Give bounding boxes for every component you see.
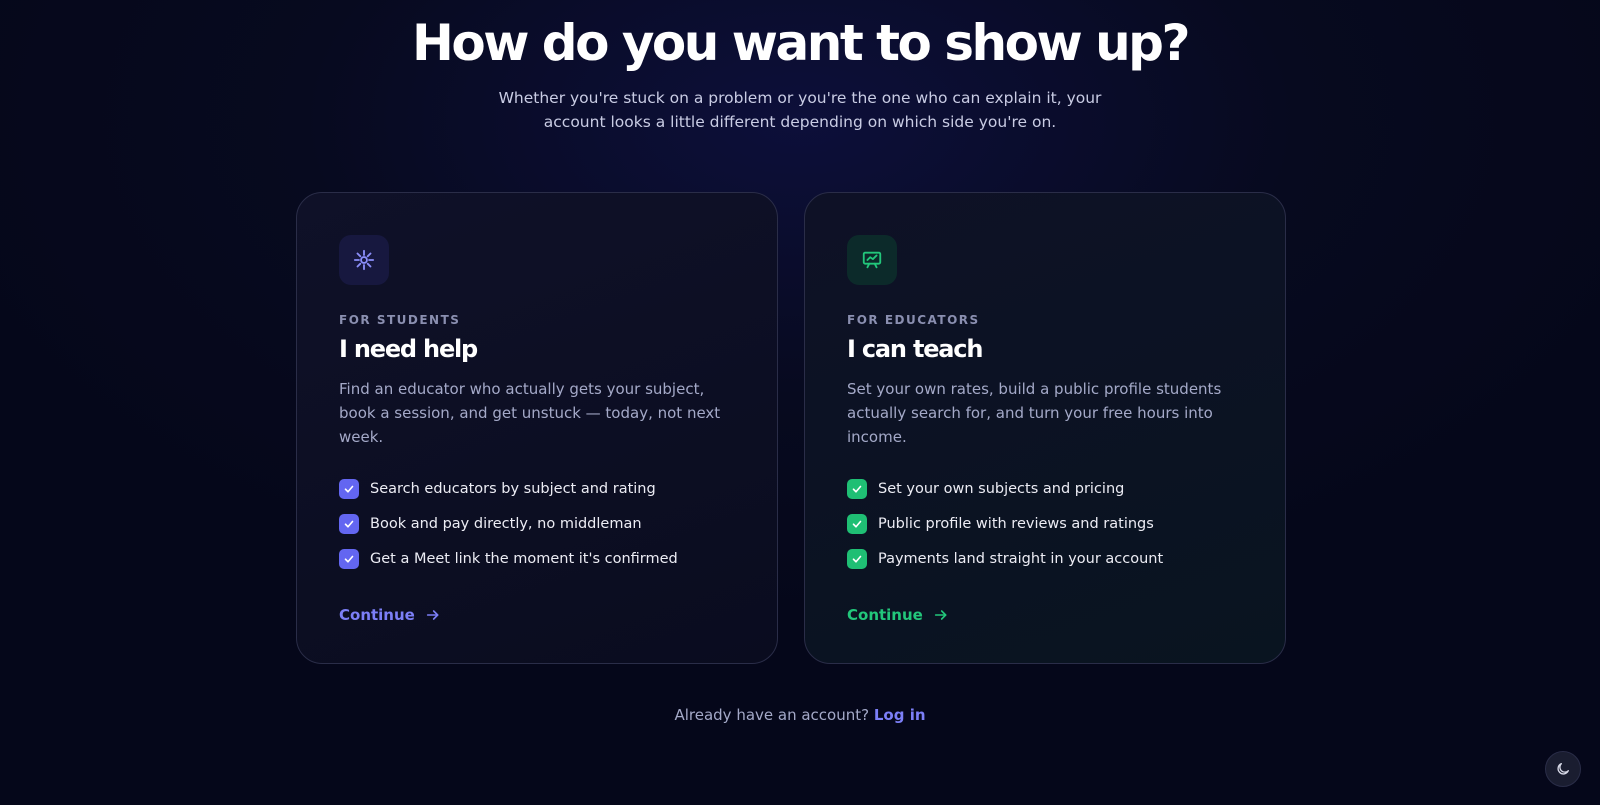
student-description: Find an educator who actually gets your … bbox=[339, 380, 721, 446]
login-prompt-text: Already have an account? bbox=[674, 706, 870, 724]
check-icon bbox=[339, 548, 359, 569]
theme-toggle-button[interactable] bbox=[1545, 751, 1581, 787]
feature-label: Book and pay directly, no middleman bbox=[370, 515, 642, 532]
list-item: Book and pay directly, no middleman bbox=[339, 506, 735, 541]
list-item: Get a Meet link the moment it's confirme… bbox=[339, 541, 735, 576]
educator-heading: I can teach bbox=[847, 335, 983, 363]
list-item: Public profile with reviews and ratings bbox=[847, 506, 1243, 541]
page-subtitle: Whether you're stuck on a problem or you… bbox=[498, 89, 1102, 131]
check-icon bbox=[339, 478, 359, 499]
feature-label: Search educators by subject and rating bbox=[370, 480, 656, 497]
student-continue-button[interactable]: Continue bbox=[339, 606, 441, 624]
educator-feature-list: Set your own subjects and pricing Public… bbox=[847, 471, 1243, 576]
educator-icon-box bbox=[847, 235, 897, 285]
educator-description: Set your own rates, build a public profi… bbox=[847, 380, 1222, 446]
student-heading: I need help bbox=[339, 335, 478, 363]
check-icon bbox=[847, 548, 867, 569]
list-item: Set your own subjects and pricing bbox=[847, 471, 1243, 506]
sparkle-icon bbox=[353, 249, 375, 271]
page-title: How do you want to show up? bbox=[412, 14, 1190, 72]
student-role-card[interactable]: FOR STUDENTS I need help Find an educato… bbox=[296, 192, 778, 664]
continue-label: Continue bbox=[339, 606, 415, 624]
continue-label: Continue bbox=[847, 606, 923, 624]
feature-label: Get a Meet link the moment it's confirme… bbox=[370, 550, 678, 567]
educator-continue-button[interactable]: Continue bbox=[847, 606, 949, 624]
feature-label: Payments land straight in your account bbox=[878, 550, 1164, 567]
educator-role-card[interactable]: FOR EDUCATORS I can teach Set your own r… bbox=[804, 192, 1286, 664]
list-item: Search educators by subject and rating bbox=[339, 471, 735, 506]
arrow-right-icon bbox=[426, 610, 439, 620]
login-link[interactable]: Log in bbox=[874, 706, 926, 724]
student-feature-list: Search educators by subject and rating B… bbox=[339, 471, 735, 576]
check-icon bbox=[339, 513, 359, 534]
check-icon bbox=[847, 513, 867, 534]
check-icon bbox=[847, 478, 867, 499]
list-item: Payments land straight in your account bbox=[847, 541, 1243, 576]
feature-label: Set your own subjects and pricing bbox=[878, 480, 1125, 497]
presentation-board-icon bbox=[862, 251, 882, 269]
educator-eyebrow: FOR EDUCATORS bbox=[847, 313, 980, 327]
feature-label: Public profile with reviews and ratings bbox=[878, 515, 1154, 532]
login-prompt: Already have an account? Log in bbox=[0, 706, 1600, 724]
arrow-right-icon bbox=[934, 610, 947, 620]
student-eyebrow: FOR STUDENTS bbox=[339, 313, 461, 327]
moon-icon bbox=[1557, 763, 1569, 775]
student-icon-box bbox=[339, 235, 389, 285]
